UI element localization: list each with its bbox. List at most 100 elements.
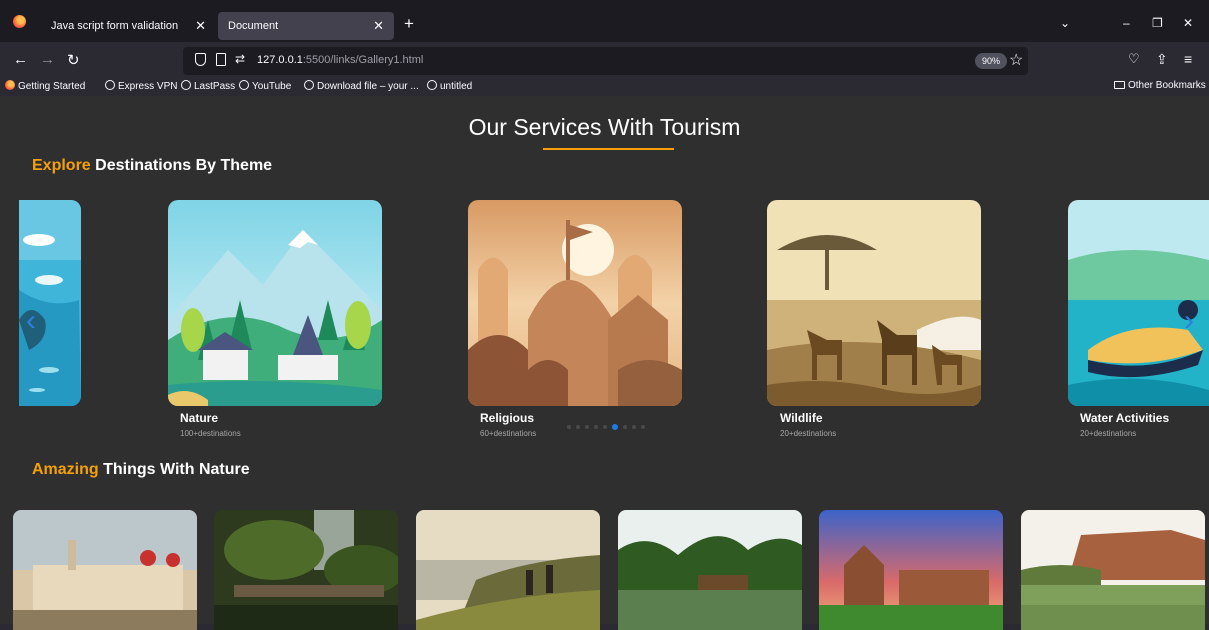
tab-form-validation[interactable]: Java script form validation ✕ <box>38 12 216 40</box>
heading-rest: Destinations By Theme <box>90 157 273 174</box>
slider-dot[interactable] <box>585 425 589 429</box>
card-subtitle-water-activities: 20+destinations <box>1080 429 1137 438</box>
backwaters-photo <box>618 510 802 630</box>
gallery-thumb-backwaters[interactable] <box>618 510 802 630</box>
card-title-wildlife: Wildlife <box>780 411 823 425</box>
gallery-thumb-cliffs[interactable] <box>1021 510 1205 630</box>
forward-icon[interactable]: → <box>40 51 55 68</box>
page-title: Our Services With Tourism <box>468 114 741 140</box>
heading-accent: Explore <box>32 157 91 174</box>
bookmark-youtube[interactable]: YouTube <box>239 80 291 92</box>
palace-photo <box>13 510 197 630</box>
close-icon[interactable]: ✕ <box>373 18 384 34</box>
bookmark-untitled[interactable]: untitled <box>427 80 472 92</box>
slider-dot[interactable] <box>632 425 636 429</box>
nature-illustration <box>168 200 382 406</box>
bookmark-label: Download file – your ... <box>317 81 419 92</box>
browser-tab-bar: Java script form validation ✕ Document ✕… <box>0 0 1209 42</box>
zoom-badge[interactable]: 90% <box>975 53 1008 69</box>
religious-illustration <box>468 200 682 406</box>
heading-rest: Things With Nature <box>98 461 250 478</box>
bookmark-lastpass[interactable]: LastPass <box>181 80 235 92</box>
slider-next-icon[interactable]: › <box>1184 304 1194 338</box>
slider-dot[interactable] <box>641 425 645 429</box>
card-subtitle-wildlife: 20+destinations <box>780 429 837 438</box>
card-subtitle-religious: 60+destinations <box>480 429 537 438</box>
other-bookmarks[interactable]: Other Bookmarks <box>1114 80 1206 91</box>
theme-card-water-activities[interactable] <box>1068 200 1209 406</box>
firefox-icon <box>13 15 26 28</box>
shield-icon[interactable] <box>195 53 206 66</box>
theme-card-wildlife[interactable] <box>767 200 981 406</box>
reload-icon[interactable]: ↻ <box>67 51 80 69</box>
back-icon[interactable]: ← <box>13 51 28 68</box>
bookmark-label: LastPass <box>194 81 236 92</box>
theme-card-nature[interactable] <box>168 200 382 406</box>
tab-document[interactable]: Document ✕ <box>218 12 394 40</box>
globe-icon <box>181 80 191 90</box>
temple-photo <box>819 510 1003 630</box>
firefox-icon <box>5 80 15 90</box>
globe-icon <box>304 80 314 90</box>
bookmark-getting-started[interactable]: Getting Started <box>5 80 85 92</box>
tab-label: Java script form validation <box>51 20 179 32</box>
bookmarks-toolbar: Getting Started Express VPN LastPass You… <box>0 78 1209 96</box>
slider-dot[interactable] <box>603 425 607 429</box>
chevron-down-icon[interactable]: ⌄ <box>1060 16 1070 30</box>
section-heading-nature: Amazing Things With Nature <box>32 461 250 479</box>
bookmark-download-file[interactable]: Download file – your ... <box>304 80 419 92</box>
bookmark-express-vpn[interactable]: Express VPN <box>105 80 177 92</box>
pocket-icon[interactable]: ♡ <box>1128 51 1140 67</box>
slider-pagination <box>567 424 645 430</box>
globe-icon <box>105 80 115 90</box>
page-icon[interactable] <box>216 53 226 66</box>
bookmark-label: Express VPN <box>118 81 178 92</box>
close-icon[interactable]: ✕ <box>195 18 206 34</box>
bookmark-star-icon[interactable]: ☆ <box>1009 50 1023 70</box>
new-tab-icon[interactable]: + <box>404 14 414 34</box>
tab-label: Document <box>228 20 279 32</box>
window-close-icon[interactable]: ✕ <box>1183 16 1193 30</box>
permissions-icon[interactable]: ⇄ <box>235 52 245 66</box>
globe-icon <box>239 80 249 90</box>
hikers-photo <box>416 510 600 630</box>
restore-icon[interactable]: ❐ <box>1152 16 1163 30</box>
url-path: :5500/links/Gallery1.html <box>302 54 424 66</box>
section-heading-destinations: Explore Destinations By Theme <box>32 157 272 175</box>
folder-icon <box>1114 81 1125 89</box>
address-bar[interactable]: ⇄ 127.0.0.1:5500/links/Gallery1.html 90%… <box>183 47 1028 75</box>
bookmark-label: YouTube <box>252 81 292 92</box>
gallery-thumb-hikers[interactable] <box>416 510 600 630</box>
url-text[interactable]: 127.0.0.1:5500/links/Gallery1.html <box>257 54 423 66</box>
cliffs-photo <box>1021 510 1205 630</box>
gallery-thumb-palace[interactable] <box>13 510 197 630</box>
bookmark-label: Other Bookmarks <box>1128 80 1206 91</box>
url-host: 127.0.0.1 <box>257 54 303 66</box>
slider-dot-active[interactable] <box>612 424 618 430</box>
bookmark-label: Getting Started <box>18 81 86 92</box>
title-underline <box>543 148 674 150</box>
card-title-nature: Nature <box>180 411 219 425</box>
card-title-water-activities: Water Activities <box>1080 411 1170 425</box>
slider-dot[interactable] <box>567 425 571 429</box>
menu-icon[interactable]: ≡ <box>1184 51 1192 67</box>
navigation-toolbar: ← → ↻ ⇄ 127.0.0.1:5500/links/Gallery1.ht… <box>0 42 1209 78</box>
slider-dot[interactable] <box>576 425 580 429</box>
wildlife-illustration <box>767 200 981 406</box>
card-title-religious: Religious <box>480 411 535 425</box>
theme-card-partial-left[interactable] <box>19 200 81 406</box>
slider-dot[interactable] <box>594 425 598 429</box>
bookmark-label: untitled <box>440 81 473 92</box>
theme-card-religious[interactable] <box>468 200 682 406</box>
card-subtitle-nature: 100+destinations <box>180 429 241 438</box>
globe-icon <box>427 80 437 90</box>
water-illustration <box>19 200 81 406</box>
water-activities-illustration <box>1068 200 1209 406</box>
gallery-thumb-temple[interactable] <box>819 510 1003 630</box>
gallery-thumb-waterfall[interactable] <box>214 510 398 630</box>
slider-prev-icon[interactable]: ‹ <box>26 304 36 338</box>
minimize-icon[interactable]: – <box>1123 16 1130 30</box>
slider-dot[interactable] <box>623 425 627 429</box>
heading-accent: Amazing <box>32 461 99 478</box>
share-icon[interactable]: ⇪ <box>1156 51 1168 68</box>
